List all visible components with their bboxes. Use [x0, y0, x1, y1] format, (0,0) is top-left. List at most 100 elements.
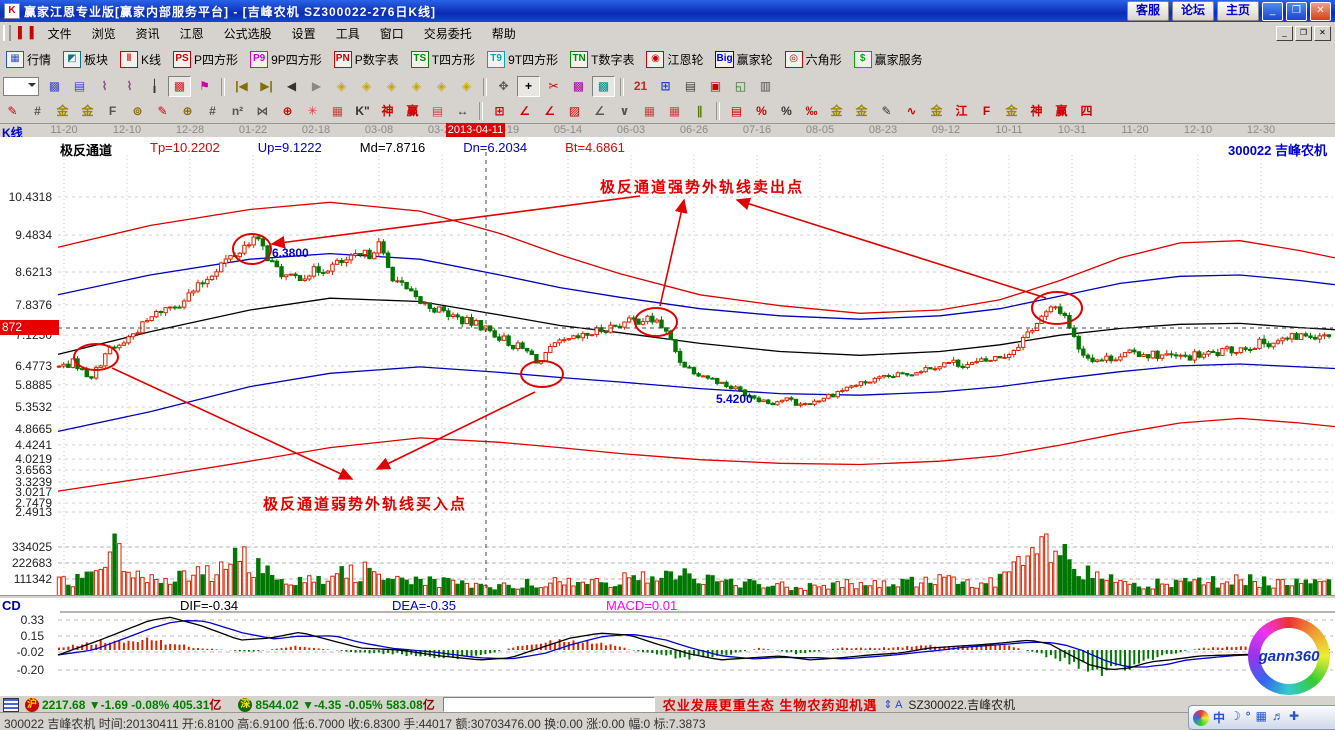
ruler123-icon[interactable]: ▤: [426, 101, 449, 122]
ime-icon-2[interactable]: °: [1246, 709, 1251, 726]
close-icon[interactable]: ✕: [1310, 2, 1331, 21]
slashes-icon[interactable]: ∥: [688, 101, 711, 122]
pct-box-icon[interactable]: %: [750, 101, 773, 122]
width-icon[interactable]: ↔: [451, 101, 474, 122]
stock-code-input[interactable]: [443, 697, 655, 712]
mask-icon[interactable]: ▩: [567, 76, 590, 97]
ime-icon-1[interactable]: ☽: [1230, 709, 1241, 726]
target-icon[interactable]: ⊕: [276, 101, 299, 122]
win-tool-icon[interactable]: 赢: [401, 101, 424, 122]
shen-angle-icon[interactable]: 神: [1025, 101, 1048, 122]
si-angle-icon[interactable]: 四: [1075, 101, 1098, 122]
levels-icon[interactable]: ▤: [725, 101, 748, 122]
period-combo[interactable]: [3, 77, 39, 96]
jiang-angle-icon[interactable]: 江: [950, 101, 973, 122]
f-ruler-icon[interactable]: F: [101, 101, 124, 122]
shen-tool-icon[interactable]: 神: [376, 101, 399, 122]
k3-chart-icon[interactable]: ⌇: [93, 76, 116, 97]
child-restore-icon[interactable]: ❐: [1295, 26, 1312, 41]
minimize-icon[interactable]: _: [1262, 2, 1283, 21]
notepad-icon[interactable]: ▤: [679, 76, 702, 97]
ime-logo-icon[interactable]: [1193, 710, 1209, 726]
menu-2[interactable]: 资讯: [126, 23, 170, 44]
box-tool-icon[interactable]: ⊞: [488, 101, 511, 122]
mirror-icon[interactable]: ⋈: [251, 101, 274, 122]
menu-7[interactable]: 窗口: [370, 23, 414, 44]
support-button[interactable]: 客服: [1127, 1, 1169, 21]
percent-icon[interactable]: %: [775, 101, 798, 122]
service-button[interactable]: $ 赢家服务: [848, 49, 929, 70]
n2-icon[interactable]: n²: [226, 101, 249, 122]
crosshair-icon[interactable]: +: [517, 76, 540, 97]
pattern-icon[interactable]: ▩: [43, 76, 66, 97]
ime-icon-4[interactable]: ♬: [1272, 709, 1284, 726]
kline-button[interactable]: ‖ K线: [114, 49, 167, 70]
angle-lines-icon[interactable]: ∠: [588, 101, 611, 122]
gold-lines-icon[interactable]: 金: [850, 101, 873, 122]
calculator-icon[interactable]: ⊞: [654, 76, 677, 97]
zoom-left-icon[interactable]: ◈: [330, 76, 353, 97]
ime-icon-0[interactable]: 中: [1213, 709, 1225, 726]
gridnet-icon[interactable]: ▦: [326, 101, 349, 122]
scissors-icon[interactable]: ✂: [542, 76, 565, 97]
gold-box-icon[interactable]: 金: [925, 101, 948, 122]
p-table-button[interactable]: PN P数字表: [328, 49, 405, 70]
teal-pattern-icon[interactable]: ▩: [592, 76, 615, 97]
gold-angle-icon[interactable]: 金: [1000, 101, 1023, 122]
sectors-button[interactable]: ◩ 板块: [57, 49, 114, 70]
p-square-button[interactable]: PS P四方形: [167, 49, 244, 70]
candle-type-icon[interactable]: ╽: [143, 76, 166, 97]
permille-icon[interactable]: ‰: [800, 101, 823, 122]
child-close-icon[interactable]: ✕: [1314, 26, 1331, 41]
f-angle-icon[interactable]: F: [975, 101, 998, 122]
gold-grid2-icon[interactable]: 金: [76, 101, 99, 122]
fan-grid-icon[interactable]: ∠: [538, 101, 561, 122]
last-page-icon[interactable]: ▶|: [255, 76, 278, 97]
zoom-v-icon[interactable]: ◈: [405, 76, 428, 97]
menu-1[interactable]: 浏览: [82, 23, 126, 44]
next-icon[interactable]: ▶: [305, 76, 328, 97]
candle-pencil-icon[interactable]: ✎: [875, 101, 898, 122]
menu-3[interactable]: 江恩: [170, 23, 214, 44]
t9-square-button[interactable]: T9 9T四方形: [481, 49, 564, 70]
fan-icon[interactable]: ∠: [513, 101, 536, 122]
hexagon-button[interactable]: ◎ 六角形: [779, 49, 848, 70]
zoom-all-icon[interactable]: ◈: [455, 76, 478, 97]
web-export-icon[interactable]: ◱: [729, 76, 752, 97]
save-icon[interactable]: ▣: [704, 76, 727, 97]
quote-grid-icon[interactable]: [3, 698, 19, 712]
macd-chart[interactable]: [0, 613, 1335, 695]
ime-toolbar[interactable]: 中 ☽ ° ▦ ♬ ✚: [1188, 705, 1335, 730]
fan-box-icon[interactable]: ▨: [563, 101, 586, 122]
v-lines-icon[interactable]: ∨: [613, 101, 636, 122]
zone-icon[interactable]: ▩: [168, 76, 191, 97]
ime-icon-5[interactable]: ✚: [1289, 709, 1299, 726]
t-table-button[interactable]: TN T数字表: [564, 49, 640, 70]
maximize-icon[interactable]: ❐: [1286, 2, 1307, 21]
hand-icon[interactable]: ✥: [492, 76, 515, 97]
menu-0[interactable]: 文件: [38, 23, 82, 44]
note-icon[interactable]: ▤: [68, 76, 91, 97]
zoom-right-icon[interactable]: ◈: [355, 76, 378, 97]
kk-icon[interactable]: K": [351, 101, 374, 122]
grid-tool-icon[interactable]: #: [26, 101, 49, 122]
menu-5[interactable]: 设置: [282, 23, 326, 44]
gann-wheel-button[interactable]: ◉ 江恩轮: [640, 49, 709, 70]
candlestick-chart[interactable]: [0, 137, 1335, 595]
flag-icon[interactable]: ⚑: [193, 76, 216, 97]
menu-4[interactable]: 公式选股: [214, 23, 282, 44]
print-icon[interactable]: ▥: [754, 76, 777, 97]
child-minimize-icon[interactable]: _: [1276, 26, 1293, 41]
t-square-button[interactable]: TS T四方形: [405, 49, 481, 70]
font-size-icons[interactable]: ⇕ A: [883, 698, 902, 711]
circle-cross-icon[interactable]: ⊕: [176, 101, 199, 122]
win-angle-icon[interactable]: 赢: [1050, 101, 1073, 122]
wave-box-icon[interactable]: ∿: [900, 101, 923, 122]
first-page-icon[interactable]: |◀: [230, 76, 253, 97]
gold-grid-icon[interactable]: 金: [51, 101, 74, 122]
winner-wheel-button[interactable]: Big 赢家轮: [709, 49, 778, 70]
menu-9[interactable]: 帮助: [482, 23, 526, 44]
hatch-icon[interactable]: #: [201, 101, 224, 122]
ime-icon-3[interactable]: ▦: [1256, 709, 1267, 726]
small-grid-icon[interactable]: ▦: [663, 101, 686, 122]
